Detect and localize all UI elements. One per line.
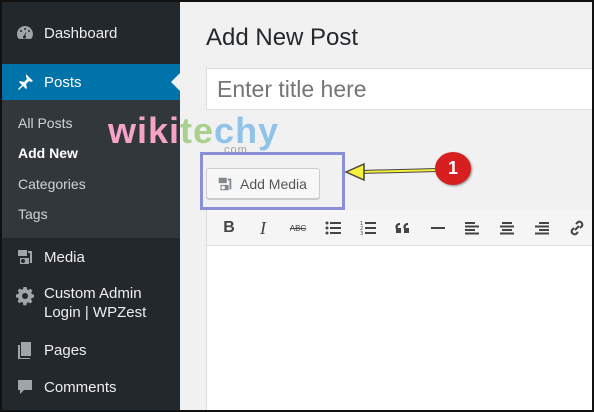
- sidebar-item-dashboard[interactable]: Dashboard: [2, 16, 180, 50]
- blockquote-icon: [395, 222, 409, 233]
- add-media-button[interactable]: Add Media: [206, 168, 320, 199]
- sidebar-item-label: Media: [44, 248, 85, 266]
- horizontal-line-button[interactable]: [427, 218, 449, 238]
- post-title-input[interactable]: [206, 68, 592, 110]
- bullet-list-icon: [325, 221, 341, 235]
- svg-text:3: 3: [360, 231, 363, 235]
- dashboard-icon: [14, 22, 36, 44]
- submenu-categories[interactable]: Categories: [18, 176, 86, 192]
- numbered-list-button[interactable]: 123: [357, 218, 379, 238]
- pages-icon: [14, 339, 36, 361]
- numbered-list-icon: 123: [360, 221, 376, 235]
- sidebar-label-line-1: Custom Admin: [44, 285, 142, 302]
- horizontal-line-icon: [431, 227, 445, 229]
- align-right-icon: [535, 222, 549, 235]
- link-button[interactable]: [566, 218, 588, 238]
- page-title: Add New Post: [206, 24, 359, 51]
- gear-icon: [14, 285, 36, 307]
- comment-icon: [14, 376, 36, 398]
- add-media-label: Add Media: [240, 175, 307, 192]
- sidebar-item-label: Posts: [44, 73, 82, 91]
- sidebar-item-label: Pages: [44, 341, 87, 359]
- align-center-button[interactable]: [496, 218, 518, 238]
- sidebar-label-line-2: Login | WPZest: [44, 304, 147, 321]
- sidebar-item-label: Dashboard: [44, 24, 118, 42]
- bold-button[interactable]: B: [218, 218, 240, 238]
- sidebar-item-comments[interactable]: Comments: [2, 371, 180, 403]
- watermark-part: wiki: [108, 110, 181, 151]
- screenshot-frame: Dashboard Posts All Posts Add New Catego…: [0, 0, 594, 412]
- sidebar-item-label: Custom Admin Login | WPZest: [44, 284, 146, 322]
- blockquote-button[interactable]: [392, 218, 414, 238]
- watermark-logo: wikitechy .com: [108, 110, 279, 156]
- link-icon: [570, 220, 584, 236]
- submenu-all-posts[interactable]: All Posts: [18, 115, 72, 131]
- align-left-button[interactable]: [461, 218, 483, 238]
- pin-icon: [14, 71, 36, 93]
- italic-button[interactable]: I: [252, 218, 274, 238]
- editor-toolbar: B I ABC 123: [206, 210, 592, 246]
- align-center-icon: [500, 222, 514, 235]
- align-left-icon: [465, 222, 479, 235]
- align-right-button[interactable]: [531, 218, 553, 238]
- bullet-list-button[interactable]: [322, 218, 344, 238]
- sidebar-item-custom-admin-login[interactable]: Custom Admin Login | WPZest: [2, 284, 180, 324]
- admin-sidebar: Dashboard Posts All Posts Add New Catego…: [2, 2, 180, 410]
- media-icon: [14, 246, 36, 268]
- sidebar-item-posts[interactable]: Posts: [2, 64, 180, 100]
- watermark-part: te: [180, 110, 215, 151]
- strikethrough-button[interactable]: ABC: [287, 218, 309, 238]
- submenu-add-new[interactable]: Add New: [18, 145, 78, 161]
- submenu-tags[interactable]: Tags: [18, 206, 48, 222]
- sidebar-item-pages[interactable]: Pages: [2, 334, 180, 366]
- sidebar-item-label: Comments: [44, 378, 117, 396]
- callout-badge: 1: [435, 152, 471, 185]
- media-icon: [216, 175, 234, 193]
- post-content-editor[interactable]: [206, 246, 592, 410]
- sidebar-item-media[interactable]: Media: [2, 240, 180, 274]
